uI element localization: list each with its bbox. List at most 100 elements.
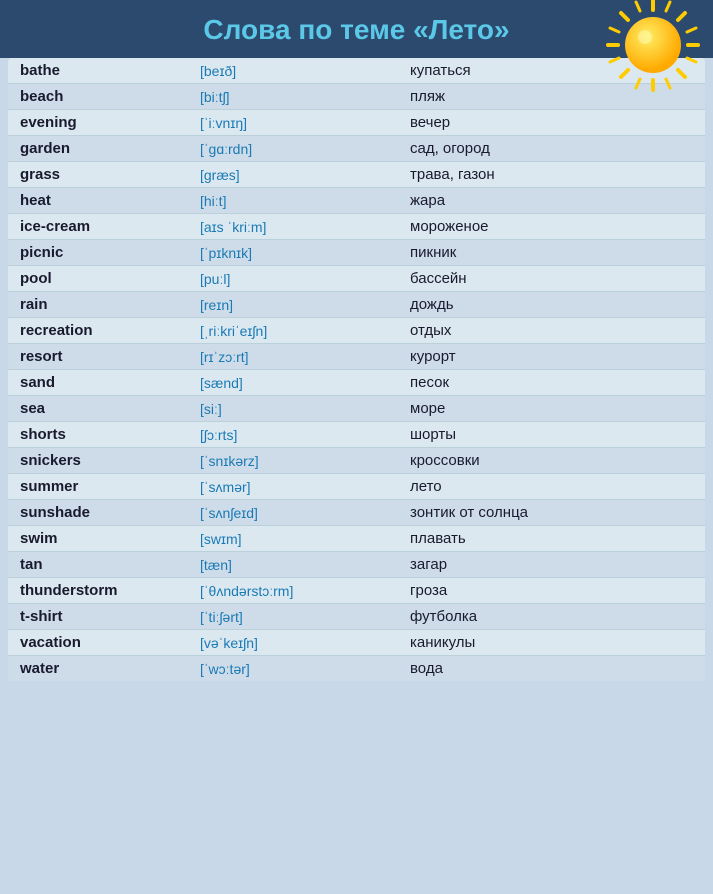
transcription: [ʃɔːrts]: [200, 427, 410, 443]
transcription: [ˈsʌmər]: [200, 479, 410, 495]
english-word: garden: [20, 140, 200, 157]
table-row: vacation[vəˈkeɪʃn]каникулы: [8, 630, 705, 656]
sun-body: [625, 17, 681, 73]
table-row: rain[reɪn]дождь: [8, 292, 705, 318]
english-word: ice-cream: [20, 218, 200, 235]
table-row: sea[siː]море: [8, 396, 705, 422]
table-row: resort[rɪˈzɔːrt]курорт: [8, 344, 705, 370]
table-row: thunderstorm[ˈθʌndərstɔːrm]гроза: [8, 578, 705, 604]
russian-translation: песок: [410, 374, 693, 391]
table-row: heat[hiːt]жара: [8, 188, 705, 214]
transcription: [ˈsnɪkərz]: [200, 453, 410, 469]
table-row: garden[ˈɡɑːrdn]сад, огород: [8, 136, 705, 162]
table-row: pool[puːl]бассейн: [8, 266, 705, 292]
page-container: Слова по теме «Лето»: [0, 0, 713, 701]
transcription: [biːtʃ]: [200, 89, 410, 105]
russian-translation: гроза: [410, 582, 693, 599]
table-row: sand[sænd]песок: [8, 370, 705, 396]
english-word: resort: [20, 348, 200, 365]
russian-translation: лето: [410, 478, 693, 495]
table-row: evening[ˈiːvnɪŋ]вечер: [8, 110, 705, 136]
english-word: pool: [20, 270, 200, 287]
english-word: t-shirt: [20, 608, 200, 625]
english-word: sea: [20, 400, 200, 417]
table-row: t-shirt[ˈtiːʃərt]футболка: [8, 604, 705, 630]
transcription: [ˈɡɑːrdn]: [200, 141, 410, 157]
transcription: [ˈwɔːtər]: [200, 661, 410, 677]
transcription: [aɪs ˈkriːm]: [200, 219, 410, 235]
table-row: beach[biːtʃ]пляж: [8, 84, 705, 110]
english-word: bathe: [20, 62, 200, 79]
transcription: [beɪð]: [200, 63, 410, 79]
table-row: snickers[ˈsnɪkərz]кроссовки: [8, 448, 705, 474]
russian-translation: курорт: [410, 348, 693, 365]
russian-translation: зонтик от солнца: [410, 504, 693, 521]
sun-icon: [603, 0, 703, 95]
transcription: [ˈtiːʃərt]: [200, 609, 410, 625]
transcription: [puːl]: [200, 271, 410, 287]
transcription: [siː]: [200, 401, 410, 417]
english-word: swim: [20, 530, 200, 547]
russian-translation: пикник: [410, 244, 693, 261]
table-row: water[ˈwɔːtər]вода: [8, 656, 705, 681]
page-title: Слова по теме «Лето»: [203, 14, 509, 45]
russian-translation: каникулы: [410, 634, 693, 651]
transcription: [hiːt]: [200, 193, 410, 209]
word-table: bathe[beɪð]купатьсяbeach[biːtʃ]пляжeveni…: [8, 58, 705, 681]
english-word: vacation: [20, 634, 200, 651]
russian-translation: дождь: [410, 296, 693, 313]
transcription: [ˈsʌnʃeɪd]: [200, 505, 410, 521]
english-word: snickers: [20, 452, 200, 469]
transcription: [reɪn]: [200, 297, 410, 313]
transcription: [ˈiːvnɪŋ]: [200, 115, 410, 131]
table-row: sunshade[ˈsʌnʃeɪd]зонтик от солнца: [8, 500, 705, 526]
russian-translation: вечер: [410, 114, 693, 131]
english-word: shorts: [20, 426, 200, 443]
transcription: [sænd]: [200, 375, 410, 391]
transcription: [tæn]: [200, 557, 410, 573]
russian-translation: бассейн: [410, 270, 693, 287]
header: Слова по теме «Лето»: [0, 0, 713, 58]
table-row: shorts[ʃɔːrts]шорты: [8, 422, 705, 448]
table-row: recreation[ˌriːkriˈeɪʃn]отдых: [8, 318, 705, 344]
table-row: picnic[ˈpɪknɪk]пикник: [8, 240, 705, 266]
russian-translation: футболка: [410, 608, 693, 625]
table-row: bathe[beɪð]купаться: [8, 58, 705, 84]
sun-svg: [603, 0, 703, 95]
english-word: sunshade: [20, 504, 200, 521]
english-word: sand: [20, 374, 200, 391]
english-word: summer: [20, 478, 200, 495]
english-word: rain: [20, 296, 200, 313]
table-row: swim[swɪm]плавать: [8, 526, 705, 552]
russian-translation: загар: [410, 556, 693, 573]
english-word: thunderstorm: [20, 582, 200, 599]
russian-translation: мороженое: [410, 218, 693, 235]
table-row: ice-cream[aɪs ˈkriːm]мороженое: [8, 214, 705, 240]
russian-translation: сад, огород: [410, 140, 693, 157]
table-row: tan[tæn]загар: [8, 552, 705, 578]
transcription: [ˈθʌndərstɔːrm]: [200, 583, 410, 599]
transcription: [rɪˈzɔːrt]: [200, 349, 410, 365]
transcription: [vəˈkeɪʃn]: [200, 635, 410, 651]
english-word: beach: [20, 88, 200, 105]
transcription: [ɡræs]: [200, 167, 410, 183]
russian-translation: плавать: [410, 530, 693, 547]
english-word: evening: [20, 114, 200, 131]
russian-translation: трава, газон: [410, 166, 693, 183]
transcription: [swɪm]: [200, 531, 410, 547]
russian-translation: жара: [410, 192, 693, 209]
russian-translation: кроссовки: [410, 452, 693, 469]
english-word: heat: [20, 192, 200, 209]
russian-translation: отдых: [410, 322, 693, 339]
transcription: [ˈpɪknɪk]: [200, 245, 410, 261]
russian-translation: вода: [410, 660, 693, 677]
english-word: recreation: [20, 322, 200, 339]
english-word: grass: [20, 166, 200, 183]
table-row: summer[ˈsʌmər]лето: [8, 474, 705, 500]
table-row: grass[ɡræs]трава, газон: [8, 162, 705, 188]
english-word: picnic: [20, 244, 200, 261]
english-word: tan: [20, 556, 200, 573]
russian-translation: шорты: [410, 426, 693, 443]
transcription: [ˌriːkriˈeɪʃn]: [200, 323, 410, 339]
sun-decoration: [603, 0, 703, 95]
